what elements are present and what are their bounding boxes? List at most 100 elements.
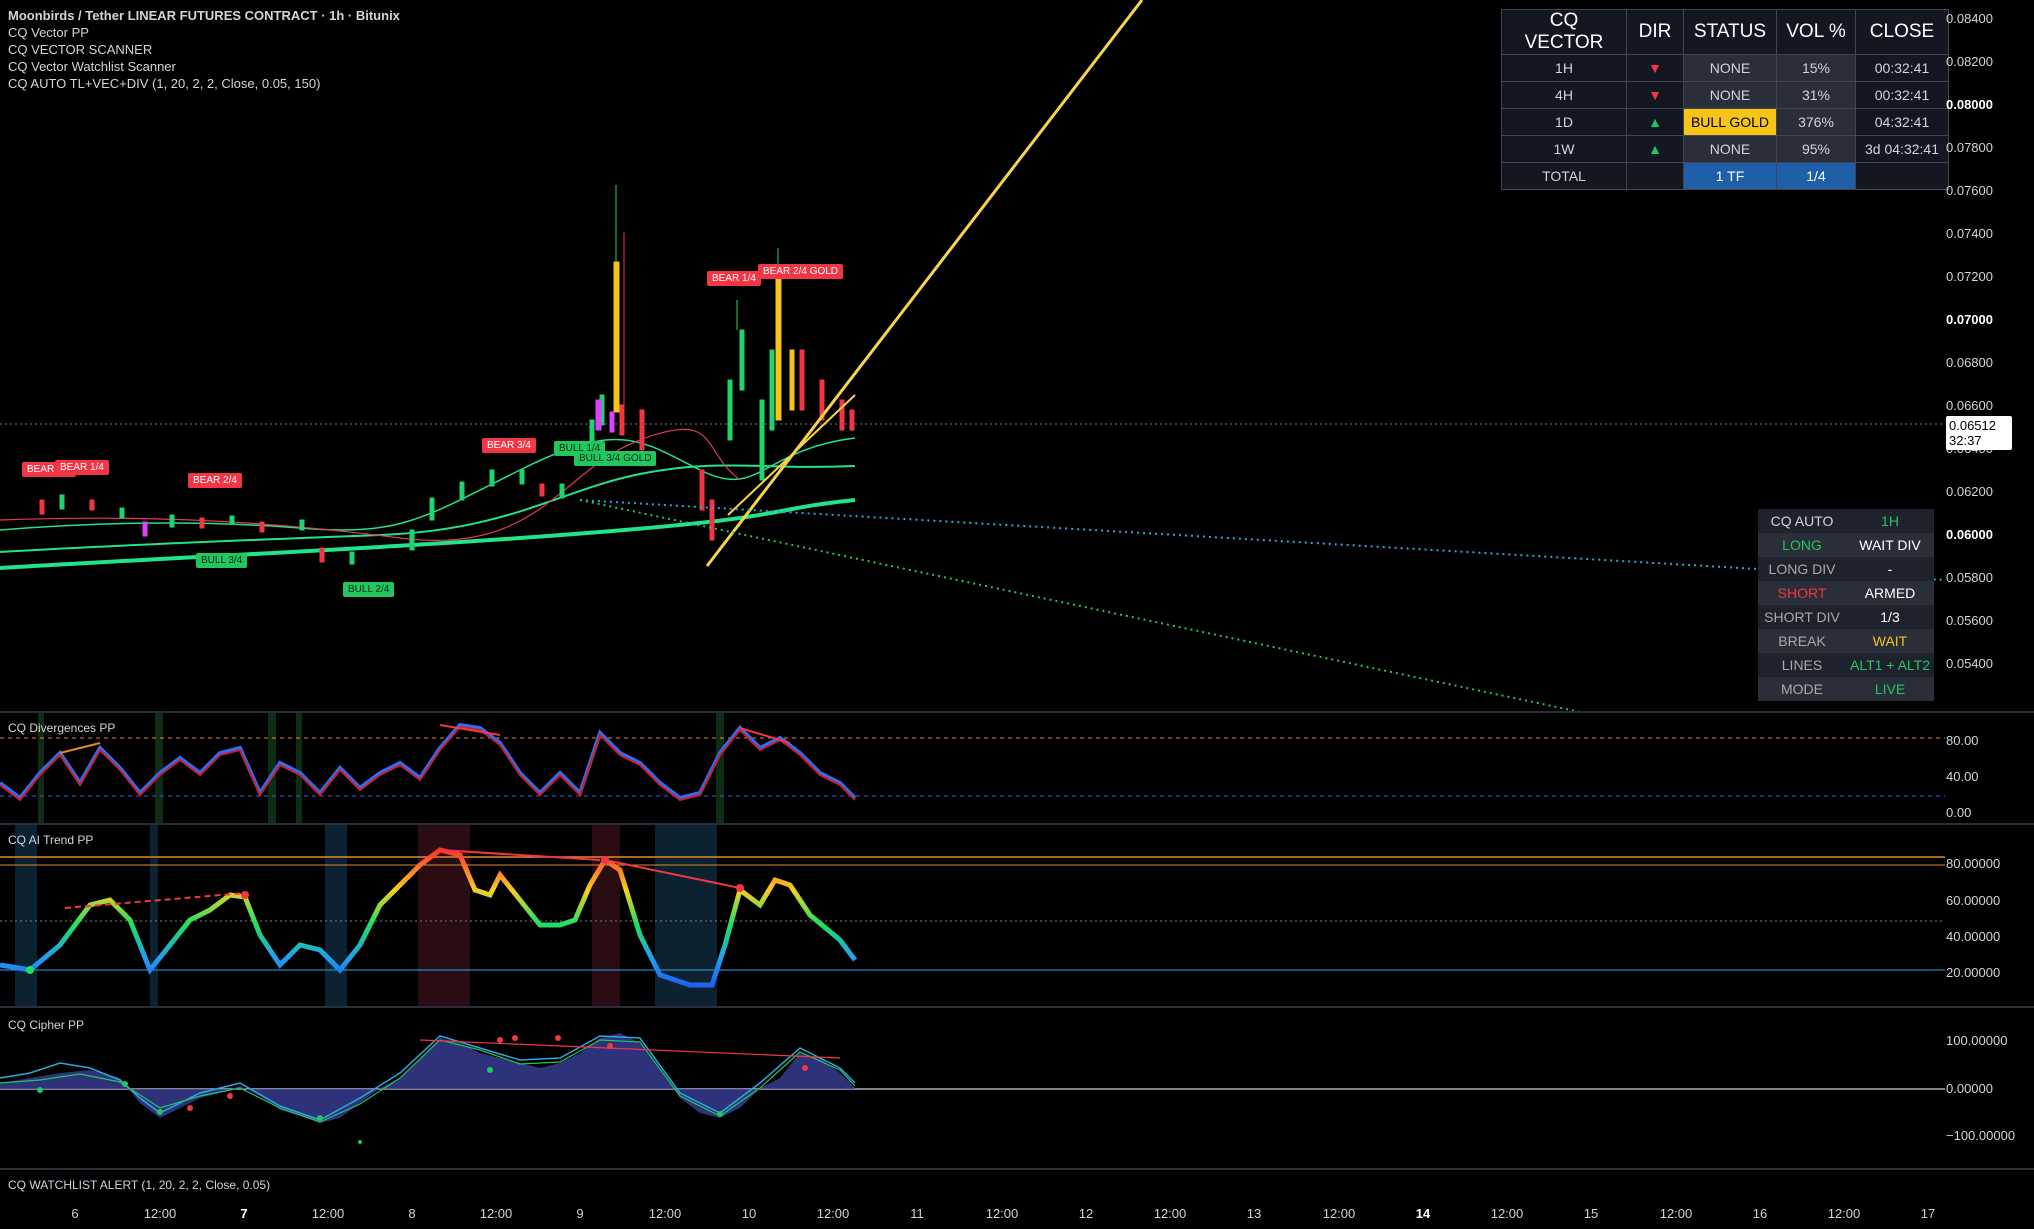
status-cell: NONE xyxy=(1683,135,1777,163)
symbol-title[interactable]: Moonbirds / Tether LINEAR FUTURES CONTRA… xyxy=(8,7,400,24)
auto-row: CQ AUTO 1H xyxy=(1758,509,1934,533)
time-tick: 8 xyxy=(408,1206,416,1221)
price-tick: 0.05400 xyxy=(1946,656,1993,671)
current-price-value: 0.06512 xyxy=(1949,418,1996,433)
vol-cell: 15% xyxy=(1776,54,1856,82)
tf-cell: 1W xyxy=(1501,135,1627,163)
bar-countdown: 32:37 xyxy=(1949,433,1982,448)
osc-tick: −100.00000 xyxy=(1946,1128,2016,1143)
current-price-label: 0.06512 32:37 xyxy=(1946,416,2012,450)
projection-blue xyxy=(579,499,1946,581)
pane-title[interactable]: CQ WATCHLIST ALERT (1, 20, 2, 2, Close, … xyxy=(8,1178,270,1192)
empty-cell xyxy=(1626,162,1684,190)
pane-title[interactable]: CQ AI Trend PP xyxy=(8,833,93,847)
indicator-label-2[interactable]: CQ VECTOR SCANNER xyxy=(8,41,400,58)
pane-title[interactable]: CQ Divergences PP xyxy=(8,721,115,735)
tf-cell: 1D xyxy=(1501,108,1627,136)
time-tick: 12:00 xyxy=(479,1206,513,1221)
time-tick: 12:00 xyxy=(1490,1206,1524,1221)
auto-key: LONG DIV xyxy=(1768,561,1836,577)
auto-value: LIVE xyxy=(1874,681,1906,697)
price-tick: 0.08400 xyxy=(1946,11,1993,26)
price-tick: 0.06800 xyxy=(1946,355,1993,370)
auto-key: LINES xyxy=(1781,657,1823,673)
total-tf: 1 TF xyxy=(1683,162,1777,190)
auto-row: BREAK WAIT xyxy=(1758,629,1934,653)
signal-tag-bull: BULL 2/4 xyxy=(343,582,395,597)
price-tick: 0.06200 xyxy=(1946,484,1993,499)
time-tick: 6 xyxy=(71,1206,79,1221)
time-tick: 12:00 xyxy=(985,1206,1019,1221)
ai-trend-plot xyxy=(0,825,1945,1006)
auto-key: MODE xyxy=(1781,681,1823,697)
col-header: STATUS xyxy=(1683,9,1777,55)
time-tick: 12:00 xyxy=(143,1206,177,1221)
auto-key: CQ AUTO xyxy=(1770,513,1834,529)
indicator-label-1[interactable]: CQ Vector PP xyxy=(8,24,400,41)
signal-tag-bear-gold: BEAR 2/4 GOLD xyxy=(758,264,844,279)
time-tick: 12:00 xyxy=(648,1206,682,1221)
signal-tag-bull-gold: BULL 3/4 GOLD xyxy=(574,451,657,466)
vol-cell: 376% xyxy=(1776,108,1856,136)
vol-cell: 95% xyxy=(1776,135,1856,163)
empty-cell xyxy=(1855,162,1949,190)
indicator-label-4[interactable]: CQ AUTO TL+VEC+DIV (1, 20, 2, 2, Close, … xyxy=(8,75,400,92)
time-tick: 9 xyxy=(576,1206,584,1221)
price-tick: 0.07400 xyxy=(1946,226,1993,241)
table-row: 4H ▼ NONE 31% 00:32:41 xyxy=(1501,81,1949,109)
table-row-total: TOTAL 1 TF 1/4 xyxy=(1501,162,1949,190)
signal-tag-bear: BEAR 2/4 xyxy=(188,473,242,488)
total-label: TOTAL xyxy=(1501,162,1627,190)
status-cell: NONE xyxy=(1683,81,1777,109)
price-tick: 0.05800 xyxy=(1946,570,1993,585)
divergences-pane[interactable]: CQ Divergences PP xyxy=(0,713,2034,823)
osc-tick: 0.00 xyxy=(1946,805,1972,820)
auto-row: LONG DIV - xyxy=(1758,557,1934,581)
osc-tick: 20.00000 xyxy=(1946,965,2001,980)
auto-value: ALT1 + ALT2 xyxy=(1849,657,1931,673)
osc-tick: 40.00 xyxy=(1946,769,1979,784)
auto-value: WAIT xyxy=(1872,633,1908,649)
indicator-label-3[interactable]: CQ Vector Watchlist Scanner xyxy=(8,58,400,75)
signal-tag-bear: BEAR 1/4 xyxy=(707,271,761,286)
status-cell: BULL GOLD xyxy=(1683,108,1777,136)
close-cell: 00:32:41 xyxy=(1855,81,1949,109)
ai-trend-pane[interactable]: CQ AI Trend PP xyxy=(0,825,2034,1006)
col-header: CQ VECTOR xyxy=(1501,9,1627,55)
auto-row: LONG WAIT DIV xyxy=(1758,533,1934,557)
support-trendline xyxy=(727,394,856,516)
status-cell: NONE xyxy=(1683,54,1777,82)
cipher-pane[interactable]: CQ Cipher PP xyxy=(0,1008,2034,1168)
watchlist-pane[interactable]: CQ WATCHLIST ALERT (1, 20, 2, 2, Close, … xyxy=(0,1170,2034,1200)
auto-trendline xyxy=(705,0,1144,567)
signal-tag-bear: BEAR 3/4 xyxy=(482,438,536,453)
osc-tick: 60.00000 xyxy=(1946,893,2001,908)
col-header: DIR xyxy=(1626,9,1684,55)
time-axis[interactable]: 6 12:00 7 12:00 8 12:00 9 12:00 10 12:00… xyxy=(0,1200,1950,1229)
cq-vector-table: CQ VECTOR DIR STATUS VOL % CLOSE 1H ▼ NO… xyxy=(1501,9,1949,190)
divergences-plot xyxy=(0,713,1945,823)
osc-tick: 100.00000 xyxy=(1946,1033,2008,1048)
table-row: 1D ▲ BULL GOLD 376% 04:32:41 xyxy=(1501,108,1949,136)
total-ratio: 1/4 xyxy=(1776,162,1856,190)
table-row: 1W ▲ NONE 95% 3d 04:32:41 xyxy=(1501,135,1949,163)
time-tick: 12:00 xyxy=(1322,1206,1356,1221)
auto-row: SHORT ARMED xyxy=(1758,581,1934,605)
ema-fast xyxy=(0,437,856,531)
tf-cell: 4H xyxy=(1501,81,1627,109)
time-tick: 12:00 xyxy=(1153,1206,1187,1221)
price-tick: 0.07600 xyxy=(1946,183,1993,198)
osc-tick: 80.00 xyxy=(1946,733,1979,748)
price-axis[interactable]: 0.08400 0.08200 0.08000 0.07800 0.07600 … xyxy=(1946,0,2034,1229)
price-tick: 0.08200 xyxy=(1946,54,1993,69)
auto-key: SHORT xyxy=(1777,585,1827,601)
col-header: VOL % xyxy=(1776,9,1856,55)
auto-value: ARMED xyxy=(1864,585,1916,601)
pane-title[interactable]: CQ Cipher PP xyxy=(8,1018,84,1032)
price-tick: 0.06000 xyxy=(1946,527,1993,542)
close-cell: 00:32:41 xyxy=(1855,54,1949,82)
main-chart-pane[interactable]: Moonbirds / Tether LINEAR FUTURES CONTRA… xyxy=(0,0,2034,712)
time-tick: 17 xyxy=(1920,1206,1936,1221)
table-row: 1H ▼ NONE 15% 00:32:41 xyxy=(1501,54,1949,82)
time-tick: 14 xyxy=(1415,1206,1431,1221)
